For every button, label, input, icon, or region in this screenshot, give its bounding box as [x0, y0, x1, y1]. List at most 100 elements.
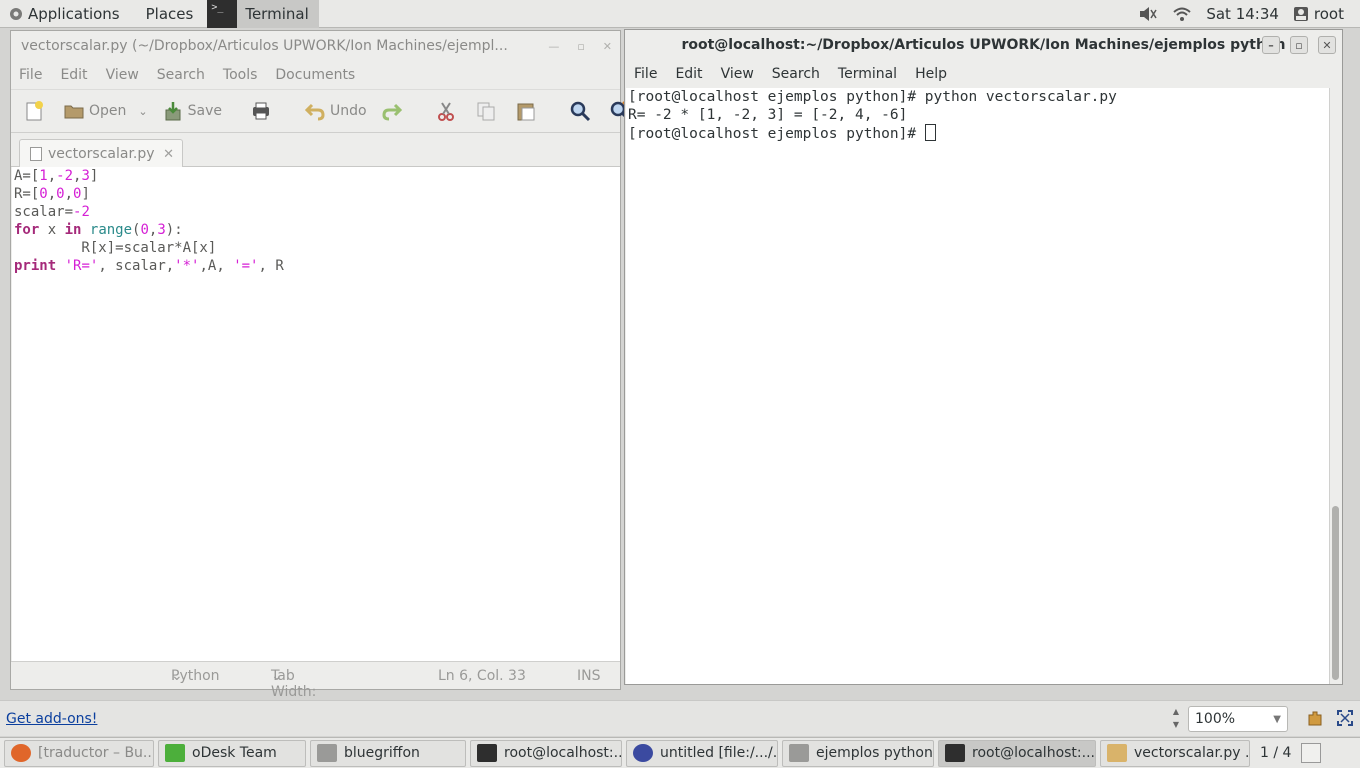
save-label: Save: [187, 103, 222, 119]
language-selector[interactable]: Python ⌄: [171, 668, 220, 684]
code-line-4: for x in range(0,3):: [14, 222, 183, 238]
terminal-cursor: [924, 124, 936, 141]
menu-documents[interactable]: Documents: [275, 67, 355, 83]
menu-terminal[interactable]: Terminal: [838, 66, 897, 82]
scrollbar-thumb[interactable]: [1332, 506, 1339, 680]
code-line-3: scalar=-2: [14, 204, 90, 220]
paste-button[interactable]: [515, 100, 541, 122]
firefox-icon: [11, 744, 31, 762]
close-button[interactable]: ✕: [603, 40, 612, 53]
terminal-prompt-line: [root@localhost ejemplos python]#: [628, 124, 1329, 143]
odesk-icon: [165, 744, 185, 762]
code-editor[interactable]: A=[1,-2,3] R=[0,0,0] scalar=-2 for x in ran…: [12, 167, 620, 661]
redo-button[interactable]: [381, 100, 407, 122]
clock[interactable]: Sat 14:34: [1206, 5, 1279, 23]
terminal-line: R= -2 * [1, -2, 3] = [-2, 4, -6]: [628, 107, 908, 123]
taskbar: [traductor – Bu... oDesk Team bluegriffo…: [0, 737, 1360, 768]
task-terminal-2[interactable]: root@localhost:...: [938, 739, 1096, 767]
find-button[interactable]: [569, 100, 595, 122]
menu-help[interactable]: Help: [915, 66, 947, 82]
menu-file[interactable]: File: [634, 66, 657, 82]
minimize-button[interactable]: –: [1262, 36, 1280, 54]
applications-label: Applications: [28, 4, 120, 23]
copy-icon: [477, 102, 495, 121]
chevron-down-icon: ▼: [1273, 713, 1281, 725]
print-button[interactable]: [250, 100, 276, 122]
menu-tools[interactable]: Tools: [223, 67, 258, 83]
menu-file[interactable]: File: [19, 67, 42, 83]
task-gedit[interactable]: vectorscalar.py ...: [1100, 739, 1250, 767]
gedit-titlebar[interactable]: vectorscalar.py (~/Dropbox/Articulos UPW…: [11, 31, 620, 61]
menu-search[interactable]: Search: [157, 67, 205, 83]
save-button[interactable]: Save: [162, 100, 222, 122]
tab-width-selector[interactable]: Tab Width: 8 ⌄: [271, 668, 316, 716]
code-line-2: R=[0,0,0]: [14, 186, 90, 202]
task-firefox[interactable]: [traductor – Bu...: [4, 739, 154, 767]
user-menu[interactable]: root: [1293, 5, 1344, 23]
terminal-titlebar[interactable]: root@localhost:~/Dropbox/Articulos UPWOR…: [625, 30, 1342, 60]
terminal-scrollbar[interactable]: [1329, 88, 1341, 684]
gedit-statusbar: Python ⌄ Tab Width: 8 ⌄ Ln 6, Col. 33 IN…: [11, 661, 620, 716]
new-document-icon: [26, 101, 43, 121]
user-name: root: [1313, 5, 1344, 23]
task-odesk[interactable]: oDesk Team: [158, 739, 306, 767]
tab-vectorscalar[interactable]: vectorscalar.py ✕: [19, 139, 183, 168]
maximize-button[interactable]: ▫: [577, 40, 584, 53]
folder-icon: [317, 744, 337, 762]
open-dropdown-icon[interactable]: ⌄: [138, 105, 147, 118]
cut-button[interactable]: [435, 100, 461, 122]
applications-menu[interactable]: Applications: [8, 5, 120, 23]
open-button[interactable]: Open ⌄: [63, 100, 148, 122]
tab-label: vectorscalar.py: [48, 146, 155, 162]
task-bluegriffon[interactable]: untitled [file:/.../...: [626, 739, 778, 767]
volume-icon[interactable]: [1138, 6, 1158, 22]
insert-mode: INS: [577, 667, 601, 684]
task-terminal-1[interactable]: root@localhost:...: [470, 739, 622, 767]
task-bluegriffon-folder[interactable]: bluegriffon: [310, 739, 466, 767]
menu-view[interactable]: View: [106, 67, 139, 83]
text-editor-icon: [1107, 744, 1127, 762]
task-ejemplos-folder[interactable]: ejemplos python: [782, 739, 934, 767]
tab-close-icon[interactable]: ✕: [163, 147, 174, 162]
code-line-6: print 'R=', scalar,'*',A, '=', R: [14, 258, 284, 274]
message-tray-icon[interactable]: [1301, 743, 1322, 763]
cut-icon: [437, 102, 454, 121]
terminal-menubar: File Edit View Search Terminal Help: [625, 60, 1342, 88]
zoom-select[interactable]: 100% ▼: [1188, 706, 1288, 732]
open-folder-icon: [64, 105, 84, 119]
copy-button[interactable]: [475, 100, 501, 122]
undo-icon: [304, 103, 325, 121]
terminal-prompt: [root@localhost ejemplos python]#: [628, 126, 925, 142]
code-line-1: A=[1,-2,3]: [14, 168, 99, 184]
top-panel: Applications Places >_ Terminal Sat 14:3…: [0, 0, 1360, 28]
minimize-button[interactable]: —: [548, 40, 559, 53]
terminal-launcher[interactable]: >_ Terminal: [207, 0, 319, 28]
maximize-button[interactable]: ▫: [1290, 36, 1308, 54]
terminal-output[interactable]: [root@localhost ejemplos python]# python…: [626, 88, 1329, 684]
zoom-spinner[interactable]: ▲ ▼: [1168, 705, 1184, 733]
save-icon: [165, 102, 181, 121]
puzzle-icon[interactable]: [1306, 709, 1324, 727]
wifi-icon[interactable]: [1172, 6, 1192, 22]
close-button[interactable]: ✕: [1318, 36, 1336, 54]
workspace-pager[interactable]: 1 / 4: [1260, 745, 1291, 761]
code-line-5: R[x]=scalar*A[x]: [14, 240, 217, 256]
undo-button[interactable]: Undo: [304, 100, 367, 122]
new-button[interactable]: [23, 100, 49, 122]
document-icon: [30, 147, 42, 161]
menu-edit[interactable]: Edit: [60, 67, 87, 83]
gedit-tab-bar: vectorscalar.py ✕: [11, 133, 620, 168]
places-menu[interactable]: Places: [146, 5, 194, 23]
terminal-icon: >_: [207, 0, 238, 28]
gedit-title: vectorscalar.py (~/Dropbox/Articulos UPW…: [21, 38, 508, 54]
paste-icon: [517, 103, 535, 121]
get-addons-link[interactable]: Get add-ons!: [6, 711, 97, 727]
bluegriffon-icon: [633, 744, 653, 762]
menu-search[interactable]: Search: [772, 66, 820, 82]
terminal-icon: [477, 744, 497, 762]
menu-edit[interactable]: Edit: [675, 66, 702, 82]
fullscreen-icon[interactable]: [1336, 709, 1354, 727]
menu-view[interactable]: View: [721, 66, 754, 82]
terminal-line: [root@localhost ejemplos python]# python…: [628, 89, 1117, 105]
terminal-icon: [945, 744, 965, 762]
